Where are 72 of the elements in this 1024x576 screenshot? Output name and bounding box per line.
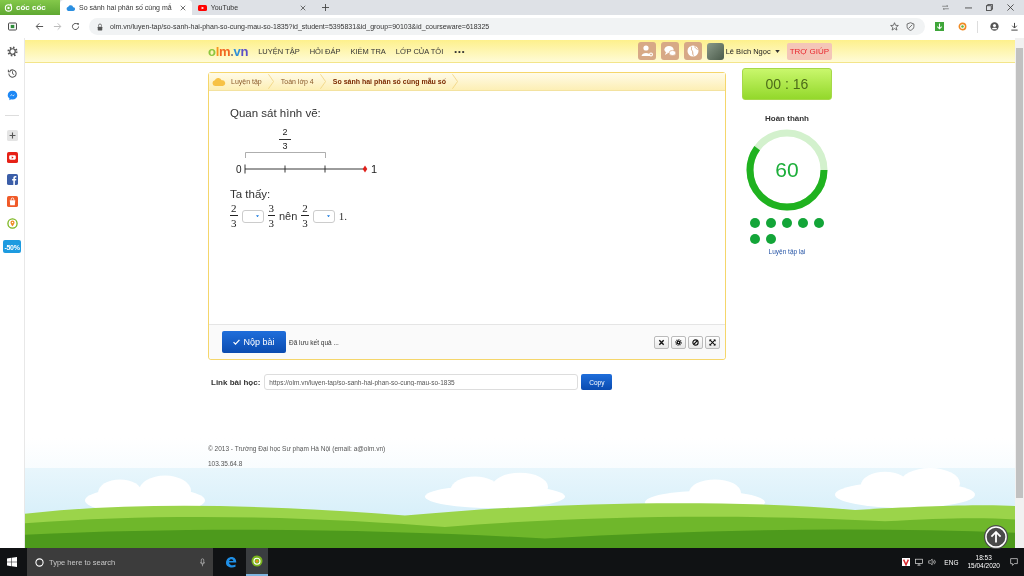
chat-bubble-icon[interactable] — [6, 90, 18, 101]
lock-icon — [97, 22, 103, 31]
social-f-icon[interactable] — [6, 174, 18, 185]
chevron-icon — [267, 73, 274, 90]
fraction: 3 3 — [267, 203, 275, 229]
chevron-icon — [319, 73, 326, 90]
sidebar-toggle-icon[interactable] — [8, 22, 17, 31]
close-icon[interactable] — [299, 4, 306, 11]
download-arrow-icon[interactable] — [935, 22, 944, 31]
plus-icon[interactable] — [6, 130, 18, 141]
download-icon[interactable] — [1010, 22, 1019, 31]
taskbar-app-button[interactable] — [246, 548, 268, 576]
cloud-icon — [212, 77, 226, 86]
history-icon[interactable] — [6, 68, 18, 79]
question-prompt: Quan sát hình vẽ: — [230, 106, 322, 120]
circle-icon — [35, 557, 44, 567]
logo-icon — [4, 3, 13, 12]
caret-icon — [326, 214, 330, 218]
close-icon — [658, 338, 665, 346]
fraction-label: 2 3 — [279, 128, 291, 151]
fullscreen-button[interactable] — [705, 335, 720, 349]
profile-icon[interactable] — [990, 22, 999, 31]
caret-icon — [774, 49, 780, 53]
speaker-icon[interactable] — [928, 558, 937, 566]
reload-icon[interactable] — [71, 22, 80, 31]
site-logo[interactable]: olm.vn — [208, 43, 249, 59]
ban-button[interactable] — [688, 335, 703, 349]
ring-logo-icon — [251, 555, 263, 567]
notification-icon[interactable] — [1010, 558, 1018, 566]
check-icon — [233, 339, 241, 345]
gear-icon — [675, 338, 682, 346]
observation-text: Ta thấy: — [230, 187, 272, 201]
fraction: 2 3 — [301, 203, 309, 229]
gear-icon[interactable] — [6, 46, 18, 57]
microphone-icon[interactable] — [200, 557, 205, 567]
scrollbar[interactable] — [1015, 38, 1024, 548]
back-icon[interactable] — [35, 22, 44, 31]
progress-title: Hoàn thành — [765, 114, 809, 123]
expand-arrows-icon — [709, 338, 716, 346]
arrow-up-icon — [985, 526, 1007, 548]
statement-text: 1. — [338, 210, 348, 222]
avatar-placeholder — [706, 42, 724, 60]
link-label: Link bài học: — [211, 377, 261, 387]
monitor-icon[interactable] — [915, 558, 924, 566]
windows-start-icon[interactable] — [7, 557, 17, 567]
point-marker — [362, 165, 368, 173]
number-label: 0 — [236, 163, 243, 175]
close-button[interactable] — [654, 335, 669, 349]
close-icon[interactable] — [1007, 4, 1014, 11]
scrollbar-thumb[interactable] — [1016, 48, 1023, 498]
plus-icon[interactable] — [321, 4, 329, 11]
statement-text: nên — [279, 210, 298, 222]
timer: 00 : 16 — [742, 68, 832, 100]
fraction: 2 3 — [230, 203, 238, 229]
shield-icon[interactable] — [906, 22, 915, 31]
v-logo-icon[interactable] — [902, 558, 911, 566]
cloud-icon — [66, 4, 75, 11]
close-icon[interactable] — [179, 4, 186, 11]
star-icon[interactable] — [890, 22, 899, 31]
score: 60 — [775, 158, 799, 182]
caret-icon — [255, 214, 259, 218]
gear-button[interactable] — [671, 335, 686, 349]
restore-icon[interactable] — [986, 4, 993, 11]
video-play-icon[interactable] — [6, 152, 18, 163]
e-logo-icon[interactable] — [225, 556, 237, 568]
play-icon — [197, 4, 207, 11]
more-link[interactable]: ••• — [454, 46, 466, 56]
ban-icon — [692, 338, 699, 346]
number-label: 1 — [371, 163, 379, 175]
shopping-bag-icon[interactable] — [6, 196, 18, 207]
chevron-icon — [451, 73, 458, 90]
submit-button[interactable]: Nộp bài — [222, 331, 286, 353]
